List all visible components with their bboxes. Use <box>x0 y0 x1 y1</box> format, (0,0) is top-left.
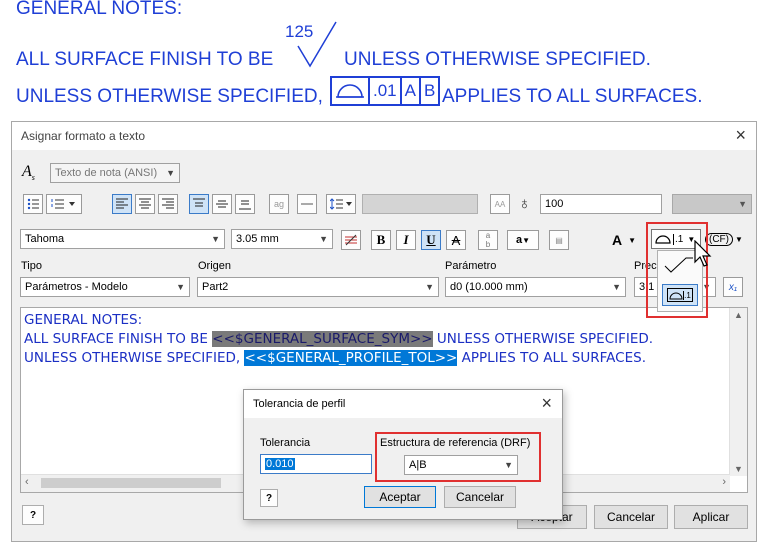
align-right-icon[interactable] <box>158 194 178 214</box>
editor-line-2-a: ALL SURFACE FINISH TO BE <box>24 331 213 347</box>
text-style-icon: As <box>22 163 35 183</box>
editor-line-1: GENERAL NOTES: <box>24 312 143 328</box>
notes-line1-suffix: UNLESS OTHERWISE SPECIFIED. <box>344 49 651 70</box>
profile-help-button[interactable]: ? <box>260 489 278 507</box>
width-scale-icon: ♁ <box>518 194 531 213</box>
fcf-datum-b: B <box>423 81 436 100</box>
scroll-down-icon[interactable]: ▼ <box>734 464 743 474</box>
parametro-value: d0 (10.000 mm) <box>450 281 528 293</box>
dialog-titlebar: Asignar formato a texto × <box>12 122 756 150</box>
align-center-icon[interactable] <box>135 194 155 214</box>
notes-line2-suffix: APPLIES TO ALL SURFACES. <box>442 86 703 107</box>
profile-dialog-close-icon[interactable]: × <box>541 393 552 414</box>
line-spacing-icon[interactable] <box>326 194 356 214</box>
vertical-scrollbar[interactable]: ▲ ▼ <box>729 308 747 476</box>
text-style-value: Texto de nota (ANSI) <box>55 167 158 179</box>
editor-line-2-b: UNLESS OTHERWISE SPECIFIED. <box>432 331 654 347</box>
insert-field-icon[interactable]: ▤ <box>549 230 569 250</box>
profile-tolerance-dialog: Tolerancia de perfil × Tolerancia 0.010 … <box>243 389 563 520</box>
mouse-cursor-icon <box>694 240 712 267</box>
tipo-select[interactable]: Parámetros - Modelo ▼ <box>20 277 190 297</box>
editor-line-3-b: APPLIES TO ALL SURFACES. <box>457 350 646 366</box>
underline-button[interactable]: U <box>421 230 441 250</box>
dialog-close-icon[interactable]: × <box>735 125 746 146</box>
strikethrough-button[interactable]: A <box>446 230 466 250</box>
dialog-cancel-button[interactable]: Cancelar <box>594 505 668 529</box>
tolerance-label: Tolerancia <box>260 437 311 449</box>
fit-text-icon[interactable]: AA <box>490 194 510 214</box>
profile-tolerance-item[interactable]: .1 <box>662 284 698 306</box>
fcf-datum-a: A <box>402 78 421 104</box>
tipo-label: Tipo <box>21 260 42 272</box>
text-color-label: A <box>611 232 623 248</box>
case-icon[interactable]: a ▼ <box>507 230 539 250</box>
insert-parameter-icon[interactable]: x₁ <box>723 277 743 297</box>
fcf-tolerance: .01 <box>370 78 402 104</box>
align-left-icon[interactable] <box>112 194 132 214</box>
line-spacing-single-icon[interactable] <box>297 194 317 214</box>
origen-select[interactable]: Part2 ▼ <box>197 277 439 297</box>
notes-line1-text: ALL SURFACE FINISH TO BE <box>16 49 274 70</box>
stack-icon[interactable] <box>341 230 361 250</box>
profile-surface-icon <box>669 292 683 300</box>
tolerance-value: 0.010 <box>265 458 295 470</box>
bold-button[interactable]: B <box>371 230 391 250</box>
text-editor-content: GENERAL NOTES: ALL SURFACE FINISH TO BE … <box>24 311 653 368</box>
italic-button[interactable]: I <box>396 230 416 250</box>
font-size-select[interactable]: 3.05 mm ▼ <box>231 229 333 249</box>
width-scale-input[interactable]: 100 <box>540 194 662 214</box>
profile-ok-button[interactable]: Aceptar <box>364 486 436 508</box>
text-style-select[interactable]: Texto de nota (ANSI) ▼ <box>50 163 180 183</box>
spacing-value-field[interactable] <box>362 194 478 214</box>
tolerance-input[interactable]: 0.010 <box>260 454 372 474</box>
editor-line-3: UNLESS OTHERWISE SPECIFIED, <<$GENERAL_P… <box>24 349 653 368</box>
parametro-select[interactable]: d0 (10.000 mm) ▼ <box>445 277 626 297</box>
color-swatch-select[interactable]: ▼ <box>672 194 752 214</box>
profile-dialog-titlebar: Tolerancia de perfil × <box>244 390 562 418</box>
parametro-label: Parámetro <box>445 260 497 272</box>
scroll-up-icon[interactable]: ▲ <box>734 310 743 320</box>
notes-line2-text: UNLESS OTHERWISE SPECIFIED, <box>16 86 323 107</box>
valign-middle-icon[interactable] <box>212 194 232 214</box>
stack-text-icon[interactable]: ag <box>269 194 289 214</box>
dialog-apply-button[interactable]: Aplicar <box>674 505 748 529</box>
scroll-left-icon[interactable]: ‹ <box>25 476 29 488</box>
text-color-button[interactable]: A ▼ <box>604 230 644 250</box>
scroll-right-icon[interactable]: › <box>722 476 726 488</box>
surface-finish-icon <box>297 21 337 68</box>
scroll-thumb[interactable] <box>41 478 221 488</box>
surface-sym-token[interactable]: <<$GENERAL_SURFACE_SYM>> <box>212 331 433 347</box>
profile-surface-icon <box>332 78 370 104</box>
profile-dialog-title: Tolerancia de perfil <box>253 398 346 410</box>
toolbar-row-1: ag AA ♁ 100 ▼ <box>20 194 752 216</box>
superscript-icon[interactable]: ab <box>478 230 498 250</box>
width-scale-value: 100 <box>545 198 564 210</box>
surface-finish-item-icon[interactable] <box>664 257 694 273</box>
editor-line-2: ALL SURFACE FINISH TO BE <<$GENERAL_SURF… <box>24 330 653 349</box>
help-button[interactable]: ? <box>22 505 44 525</box>
callout-frame-drf <box>375 432 541 482</box>
profile-tol-token[interactable]: <<$GENERAL_PROFILE_TOL>> <box>244 350 458 366</box>
origen-label: Origen <box>198 260 232 272</box>
editor-line-3-a: UNLESS OTHERWISE SPECIFIED, <box>24 350 245 366</box>
help-icon: ? <box>265 492 273 504</box>
notes-heading: GENERAL NOTES: <box>16 0 183 19</box>
dialog-title: Asignar formato a texto <box>21 129 146 143</box>
origen-value: Part2 <box>202 281 229 293</box>
feature-control-frame: .01 A B <box>330 76 441 106</box>
tipo-value: Parámetros - Modelo <box>25 281 128 293</box>
font-value: Tahoma <box>25 233 65 245</box>
help-icon: ? <box>29 509 37 521</box>
font-select[interactable]: Tahoma ▼ <box>20 229 225 249</box>
profile-cancel-button[interactable]: Cancelar <box>444 486 516 508</box>
bullet-list-icon[interactable] <box>23 194 43 214</box>
numbered-list-icon[interactable] <box>46 194 82 214</box>
font-size-value: 3.05 mm <box>236 233 279 245</box>
profile-tolerance-item-label: .1 <box>683 290 691 300</box>
valign-top-icon[interactable] <box>189 194 209 214</box>
valign-bottom-icon[interactable] <box>235 194 255 214</box>
